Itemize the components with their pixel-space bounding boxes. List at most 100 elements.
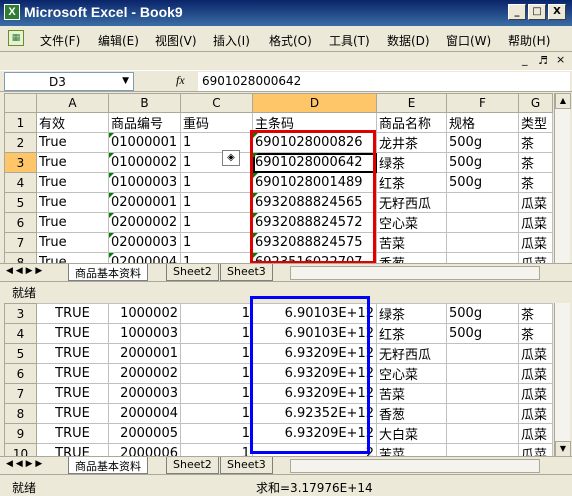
bottom-vertical-scrollbar[interactable]: ▼	[554, 303, 571, 457]
cell[interactable]: 红茶	[376, 172, 447, 193]
cell[interactable]: 1	[180, 343, 253, 364]
cell[interactable]: 茶	[518, 172, 553, 193]
row-header[interactable]: 7	[4, 232, 37, 253]
cell[interactable]: 1	[180, 232, 253, 253]
tab-sheet3[interactable]: Sheet3	[220, 264, 273, 281]
cell[interactable]: 500g	[446, 303, 519, 324]
cell[interactable]: 无籽西瓜	[376, 192, 447, 213]
chevron-down-icon[interactable]: ▼	[122, 76, 129, 86]
cell[interactable]: True	[36, 192, 109, 213]
cell[interactable]: 茶	[518, 152, 553, 173]
cell[interactable]: 01000002	[108, 152, 181, 173]
cell[interactable]: 1	[180, 172, 253, 193]
cell[interactable]: TRUE	[36, 303, 109, 324]
cell[interactable]: 瓜菜	[518, 403, 553, 424]
row-header[interactable]: 3	[4, 152, 37, 173]
cell[interactable]: 瓜菜	[518, 423, 553, 444]
cell[interactable]: 500g	[446, 132, 519, 153]
row-header[interactable]: 4	[4, 323, 37, 344]
cell[interactable]: 商品编号	[108, 112, 181, 133]
doc-restore-button[interactable]: ♬	[538, 54, 548, 67]
cell[interactable]: True	[36, 152, 109, 173]
cell[interactable]: 1	[180, 132, 253, 153]
bottom-horizontal-scrollbar[interactable]	[290, 459, 540, 473]
column-header[interactable]: D	[252, 93, 377, 113]
column-header[interactable]: B	[108, 93, 181, 113]
cell[interactable]: 龙井茶	[376, 132, 447, 153]
cell[interactable]: TRUE	[36, 363, 109, 384]
name-box[interactable]: D3 ▼	[4, 72, 134, 91]
tab-nav-icon[interactable]: ◀ ◀ ▶ ▶	[6, 459, 42, 469]
menu-insert[interactable]: 插入(I)	[213, 32, 250, 49]
doc-close-button[interactable]: ×	[556, 53, 565, 66]
cell[interactable]: 商品名称	[376, 112, 447, 133]
cell[interactable]: 2000005	[108, 423, 181, 444]
row-header[interactable]: 4	[4, 172, 37, 193]
cell[interactable]: 茶	[518, 323, 553, 344]
menu-file[interactable]: 文件(F)	[40, 32, 80, 49]
tab-sheet2[interactable]: Sheet2	[166, 264, 219, 281]
select-all-corner[interactable]	[4, 93, 37, 113]
row-header[interactable]: 1	[4, 112, 37, 133]
menu-view[interactable]: 视图(V)	[155, 32, 197, 49]
cell[interactable]: 500g	[446, 152, 519, 173]
cell[interactable]: 1	[180, 383, 253, 404]
cell[interactable]: 绿茶	[376, 303, 447, 324]
cell[interactable]	[446, 232, 519, 253]
cell[interactable]: 500g	[446, 172, 519, 193]
cell[interactable]: True	[36, 232, 109, 253]
top-vertical-scrollbar[interactable]: ▲	[554, 93, 571, 263]
cell[interactable]: 1	[180, 152, 253, 173]
cell[interactable]: 1	[180, 403, 253, 424]
formula-input[interactable]: 6901028000642	[198, 72, 570, 91]
row-header[interactable]: 6	[4, 212, 37, 233]
column-header[interactable]: F	[446, 93, 519, 113]
cell[interactable]: 1	[180, 363, 253, 384]
cell[interactable]: 瓜菜	[518, 192, 553, 213]
cell[interactable]: 2000003	[108, 383, 181, 404]
cell[interactable]: 类型	[518, 112, 553, 133]
cell[interactable]: 1	[180, 303, 253, 324]
row-header[interactable]: 9	[4, 423, 37, 444]
tab-sheet2[interactable]: Sheet2	[166, 457, 219, 474]
scroll-down-icon[interactable]: ▼	[555, 441, 571, 457]
cell[interactable]: 2000001	[108, 343, 181, 364]
column-header[interactable]: G	[518, 93, 553, 113]
tab-sheet3[interactable]: Sheet3	[220, 457, 273, 474]
cell[interactable]: 绿茶	[376, 152, 447, 173]
cell[interactable]: 大白菜	[376, 423, 447, 444]
cell[interactable]: 02000003	[108, 232, 181, 253]
cell[interactable]: TRUE	[36, 403, 109, 424]
cell[interactable]: 02000002	[108, 212, 181, 233]
cell[interactable]: 01000003	[108, 172, 181, 193]
cell[interactable]: 苦菜	[376, 232, 447, 253]
cell[interactable]: 苦菜	[376, 383, 447, 404]
cell[interactable]: 空心菜	[376, 212, 447, 233]
maximize-button[interactable]: □	[528, 4, 546, 20]
cell[interactable]: 规格	[446, 112, 519, 133]
cell[interactable]: TRUE	[36, 323, 109, 344]
row-header[interactable]: 8	[4, 403, 37, 424]
row-header[interactable]: 7	[4, 383, 37, 404]
menu-format[interactable]: 格式(O)	[269, 32, 312, 49]
cell[interactable]	[446, 383, 519, 404]
cell[interactable]: 01000001	[108, 132, 181, 153]
column-header[interactable]: E	[376, 93, 447, 113]
menu-help[interactable]: 帮助(H)	[508, 32, 550, 49]
row-header[interactable]: 6	[4, 363, 37, 384]
column-header[interactable]: C	[180, 93, 253, 113]
column-header[interactable]: A	[36, 93, 109, 113]
top-horizontal-scrollbar[interactable]	[290, 266, 540, 280]
cell[interactable]: TRUE	[36, 383, 109, 404]
workbook-icon[interactable]: ▦	[8, 30, 24, 46]
scroll-up-icon[interactable]: ▲	[555, 93, 571, 109]
cell[interactable]: 无籽西瓜	[376, 343, 447, 364]
close-button[interactable]: X	[548, 4, 566, 20]
menu-tools[interactable]: 工具(T)	[329, 32, 370, 49]
cell[interactable]: 1	[180, 212, 253, 233]
cell[interactable]: True	[36, 132, 109, 153]
cell[interactable]: True	[36, 212, 109, 233]
menu-edit[interactable]: 编辑(E)	[98, 32, 139, 49]
cell[interactable]: 有效	[36, 112, 109, 133]
doc-minimize-button[interactable]: _	[522, 53, 528, 66]
